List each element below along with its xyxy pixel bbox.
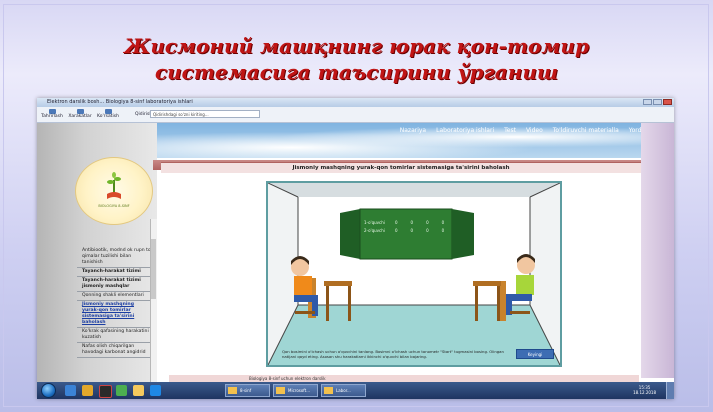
task-icon bbox=[228, 387, 237, 394]
board-row: 1-o'quvchi 0 0 0 0 bbox=[364, 220, 452, 228]
window-controls bbox=[643, 99, 672, 105]
chrome-icon[interactable] bbox=[116, 385, 127, 396]
results-board: 1-o'quvchi 0 0 0 0 2-o'quvchi 0 0 0 0 bbox=[364, 220, 452, 236]
board-cell: 0 bbox=[441, 228, 445, 233]
slide-title-line2: системасига таъсирини ўрганиш bbox=[154, 60, 559, 84]
toolbar-button-label: Xarakatlar bbox=[68, 114, 92, 119]
scrollbar-thumb[interactable] bbox=[151, 239, 156, 299]
sidebar-item[interactable]: Ko'krak qafasining harakatini kuzatish bbox=[77, 328, 152, 343]
content-area: 1-o'quvchi 0 0 0 0 2-o'quvchi 0 0 0 0 Qo… bbox=[161, 173, 641, 375]
toolbar-button-forward[interactable]: Ko'rsatish bbox=[95, 109, 121, 119]
next-button[interactable]: Keyingi bbox=[516, 349, 554, 359]
classroom-illustration bbox=[268, 183, 560, 365]
sidebar-item[interactable]: Tayanch-harakat tizimi jismoniy mashqlar bbox=[77, 277, 152, 292]
minimize-button[interactable] bbox=[643, 99, 652, 105]
search-input[interactable]: Qidirishdagi so'zni kiriting... bbox=[150, 110, 260, 118]
sidebar-menu: Antibiootik, modnd ok rupn to' qimalar t… bbox=[77, 247, 152, 358]
nav-item-labs[interactable]: Laboratoriya ishlari bbox=[436, 127, 494, 134]
play-icon[interactable] bbox=[150, 385, 161, 396]
nav-item-test[interactable]: Test bbox=[504, 127, 516, 134]
board-cell: 0 bbox=[395, 220, 398, 225]
board-cell: 0 bbox=[410, 228, 414, 233]
start-button[interactable] bbox=[41, 383, 56, 398]
sidebar-item-active[interactable]: Jismoniy mashqning yurak-qon tomirlar si… bbox=[77, 301, 152, 328]
clock-date: 18.12.2018 bbox=[633, 390, 656, 395]
task-icon bbox=[276, 387, 285, 394]
taskbar: 8-sinf Microsoft... Labor... 15:35 18.12… bbox=[37, 382, 674, 399]
board-cell: 0 bbox=[410, 220, 414, 225]
task-label: Microsoft... bbox=[288, 388, 311, 393]
right-decor bbox=[641, 123, 674, 378]
nav-item-video[interactable]: Video bbox=[526, 127, 543, 134]
media-icon[interactable] bbox=[99, 385, 112, 398]
task-label: Labor... bbox=[336, 388, 351, 393]
instructions-text: Qon bosimini o'lchash uchun o'quvchini t… bbox=[282, 349, 504, 359]
ie-icon[interactable] bbox=[65, 385, 76, 396]
sidebar: BIOLOGIYA 8-SINF Antibiootik, modnd ok r… bbox=[37, 123, 157, 399]
sidebar-item[interactable]: Antibiootik, modnd ok rupn to' qimalar t… bbox=[77, 247, 152, 268]
sidebar-item[interactable]: Qonning shakli elementlari bbox=[77, 292, 152, 301]
sidebar-item[interactable]: Tayanch-harakat tizimi bbox=[77, 268, 152, 277]
window-title: Elektron darslik bosh... Biologiya 8-sin… bbox=[47, 99, 193, 105]
close-button[interactable] bbox=[663, 99, 672, 105]
maximize-button[interactable] bbox=[653, 99, 662, 105]
nav-item-theory[interactable]: Nazariya bbox=[400, 127, 426, 134]
task-label: 8-sinf bbox=[240, 388, 252, 393]
taskbar-task[interactable]: Microsoft... bbox=[273, 384, 318, 397]
logo: BIOLOGIYA 8-SINF bbox=[75, 157, 153, 225]
board-row-label: 2-o'quvchi bbox=[364, 228, 385, 233]
board-cell: 0 bbox=[441, 220, 445, 225]
board-cell: 0 bbox=[426, 228, 429, 233]
sidebar-scrollbar[interactable] bbox=[150, 219, 157, 399]
sidebar-item[interactable]: Nafas olish chiqarilgan havodagi karbona… bbox=[77, 343, 152, 358]
plant-icon bbox=[107, 172, 121, 199]
app-screenshot: Elektron darslik bosh... Biologiya 8-sin… bbox=[37, 98, 674, 399]
top-nav: Nazariya Laboratoriya ishlari Test Video… bbox=[400, 127, 651, 134]
explorer-icon[interactable] bbox=[82, 385, 93, 396]
board-row: 2-o'quvchi 0 0 0 0 bbox=[364, 228, 452, 236]
board-row-label: 1-o'quvchi bbox=[364, 220, 385, 225]
board-cell: 0 bbox=[426, 220, 429, 225]
toolbar-button-label: Tahrirlash bbox=[41, 114, 63, 119]
toolbar-button-hide[interactable]: Tahrirlash bbox=[39, 109, 65, 119]
toolbar: Tahrirlash Xarakatlar Ko'rsatish Qidiris… bbox=[37, 107, 674, 123]
system-clock[interactable]: 15:35 18.12.2018 bbox=[633, 385, 656, 395]
toolbar-button-back[interactable]: Xarakatlar bbox=[67, 109, 93, 119]
nav-item-materials[interactable]: To'ldiruvchi materialla bbox=[553, 127, 619, 134]
toolbar-button-label: Ko'rsatish bbox=[97, 114, 119, 119]
taskbar-task[interactable]: 8-sinf bbox=[225, 384, 270, 397]
slide-title-line1: Жисмоний машқнинг юрак қон-томир bbox=[124, 34, 589, 58]
taskbar-task[interactable]: Labor... bbox=[321, 384, 366, 397]
show-desktop-button[interactable] bbox=[666, 382, 674, 399]
logo-caption: BIOLOGIYA 8-SINF bbox=[98, 204, 130, 208]
lab-scene: 1-o'quvchi 0 0 0 0 2-o'quvchi 0 0 0 0 Qo… bbox=[266, 181, 562, 367]
board-cell: 0 bbox=[395, 228, 398, 233]
task-icon bbox=[324, 387, 333, 394]
folder-icon[interactable] bbox=[133, 385, 144, 396]
window-titlebar: Elektron darslik bosh... Biologiya 8-sin… bbox=[37, 98, 674, 107]
